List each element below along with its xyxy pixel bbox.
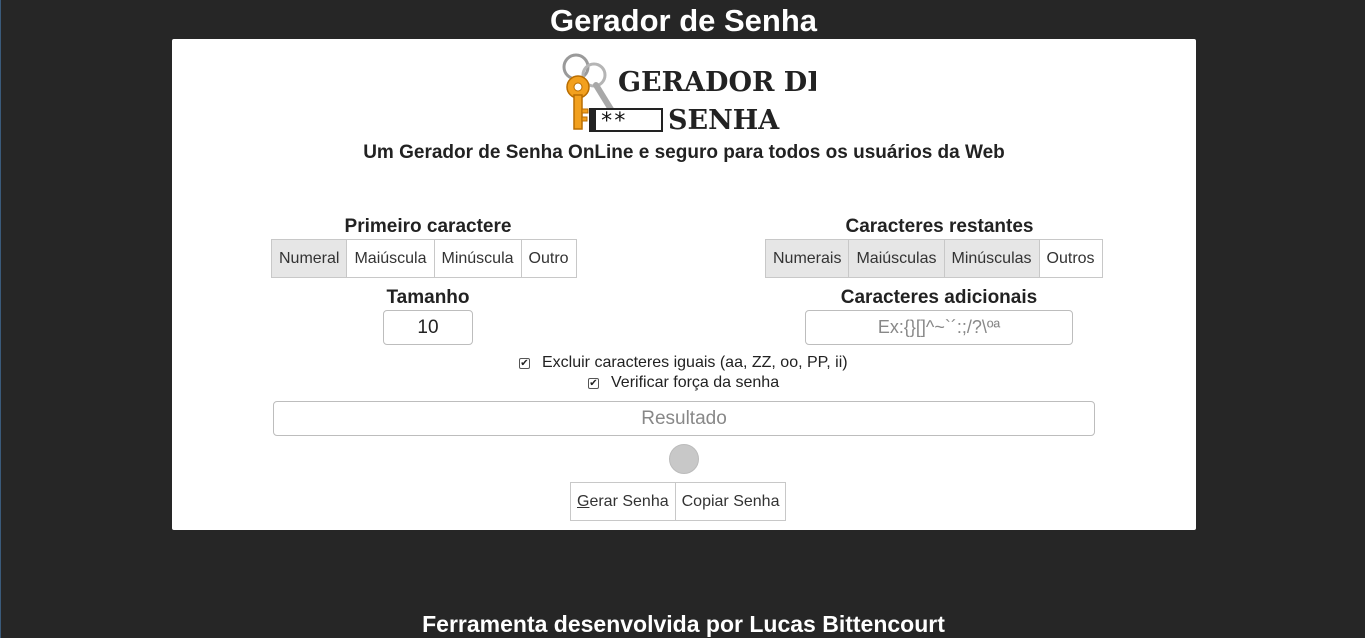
check-strength-label: Verificar força da senha [611, 374, 780, 391]
first-char-minuscula-button[interactable]: Minúscula [434, 240, 522, 277]
remaining-minusculas-button[interactable]: Minúsculas [944, 240, 1040, 277]
exclude-repeats-checkbox[interactable]: ✔ [519, 357, 530, 369]
generate-accesskey-letter: G [577, 492, 590, 510]
remaining-chars-title: Caracteres restantes [845, 216, 1034, 237]
remaining-chars-group: Numerais Maiúsculas Minúsculas Outros [765, 239, 1103, 278]
subtitle: Um Gerador de Senha OnLine e seguro para… [363, 142, 1005, 163]
extra-chars-label: Caracteres adicionais [840, 287, 1038, 308]
footer-credit: Ferramenta desenvolvida por Lucas Bitten… [422, 611, 945, 637]
generate-label-rest: erar Senha [589, 492, 669, 510]
first-char-numeral-button[interactable]: Numeral [272, 240, 348, 277]
page-title: Gerador de Senha [549, 3, 818, 38]
extra-chars-input[interactable]: Ex:{}[]^~`´:;/?\ºª [805, 310, 1073, 345]
check-strength-checkbox[interactable]: ✔ [588, 377, 599, 389]
action-buttons: Gerar Senha Copiar Senha [570, 482, 787, 521]
svg-text:GERADOR DE: GERADOR DE [618, 67, 816, 98]
first-char-outro-button[interactable]: Outro [521, 240, 576, 277]
svg-text:SENHA: SENHA [668, 105, 780, 135]
first-char-maiuscula-button[interactable]: Maiúscula [347, 240, 435, 277]
exclude-repeats-option[interactable]: ✔ Excluir caracteres iguais (aa, ZZ, oo,… [519, 354, 848, 372]
check-strength-option[interactable]: ✔ Verificar força da senha [588, 374, 779, 392]
result-field[interactable]: Resultado [273, 401, 1095, 436]
first-char-title: Primeiro caractere [344, 216, 512, 237]
remaining-maiusculas-button[interactable]: Maiúsculas [849, 240, 945, 277]
copy-password-button[interactable]: Copiar Senha [675, 483, 786, 520]
exclude-repeats-label: Excluir caracteres iguais (aa, ZZ, oo, P… [542, 354, 848, 371]
generator-card: ** GERADOR DE SENHA Um Gerador de Senha … [172, 39, 1196, 530]
generate-password-button[interactable]: Gerar Senha [571, 483, 676, 520]
strength-indicator [669, 444, 699, 474]
remaining-outros-button[interactable]: Outros [1039, 240, 1102, 277]
remaining-numerais-button[interactable]: Numerais [766, 240, 850, 277]
svg-text:**: ** [600, 109, 627, 134]
size-label: Tamanho [386, 287, 470, 308]
gerador-de-senha-logo: ** GERADOR DE SENHA [562, 53, 816, 135]
first-char-group: Numeral Maiúscula Minúscula Outro [271, 239, 577, 278]
size-input[interactable]: 10 [383, 310, 473, 345]
